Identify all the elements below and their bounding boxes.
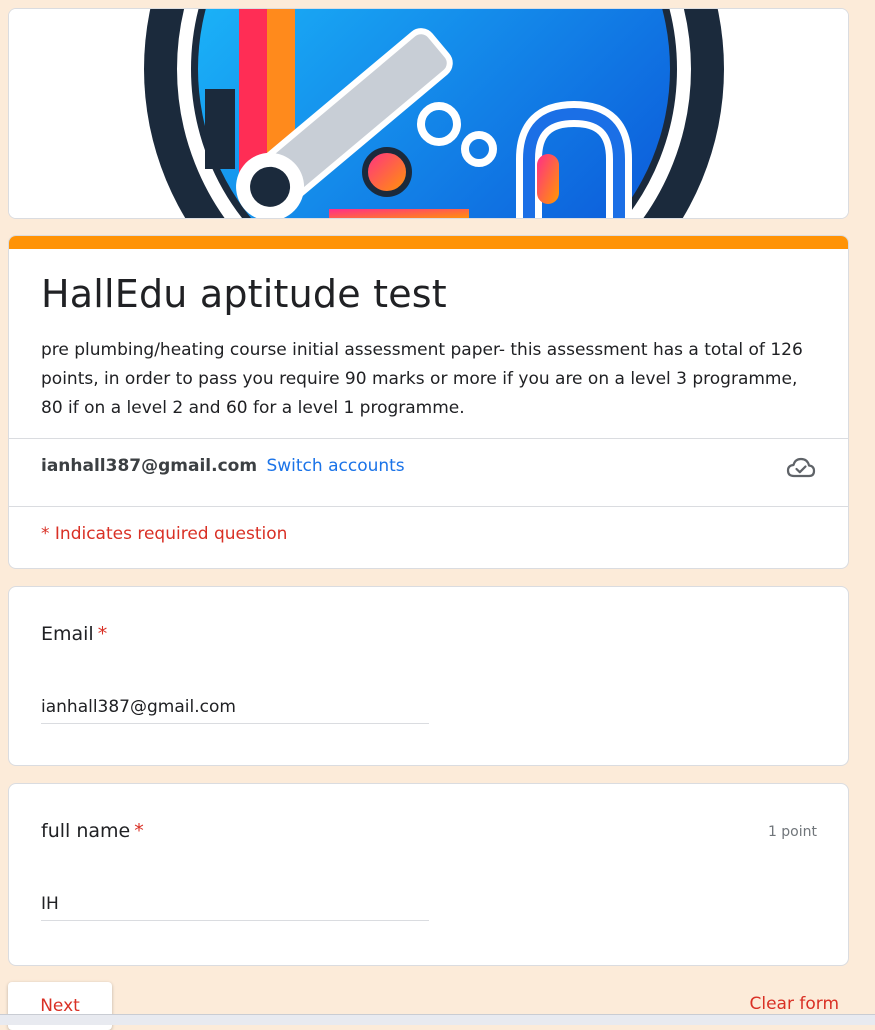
switch-accounts-link[interactable]: Switch accounts [266, 456, 404, 476]
question-label: full name * [41, 820, 144, 842]
form-header-card: HallEdu aptitude test pre plumbing/heati… [8, 235, 849, 569]
form-description: pre plumbing/heating course initial asse… [41, 340, 803, 418]
question-label: Email * [41, 623, 108, 645]
banner-logo-image [9, 9, 848, 218]
accent-bar [9, 236, 848, 249]
form-title: HallEdu aptitude test [41, 272, 447, 316]
clear-form-button[interactable]: Clear form [750, 994, 840, 1014]
divider [9, 506, 848, 507]
header-banner [8, 8, 849, 219]
divider [9, 438, 848, 439]
required-asterisk: * [97, 623, 108, 645]
email-input[interactable]: ianhall387@gmail.com [41, 695, 429, 724]
question-card-email: Email * ianhall387@gmail.com [8, 586, 849, 766]
required-asterisk: * [134, 820, 144, 842]
required-note: * Indicates required question [41, 524, 288, 544]
account-row: ianhall387@gmail.com Switch accounts [41, 456, 405, 476]
question-points: 1 point [767, 824, 817, 840]
taskbar-edge [0, 1014, 875, 1025]
full-name-input[interactable]: IH [41, 892, 429, 921]
question-card-full-name: full name * 1 point IH [8, 783, 849, 966]
cloud-saved-icon [786, 455, 816, 485]
account-email: ianhall387@gmail.com [41, 456, 258, 476]
